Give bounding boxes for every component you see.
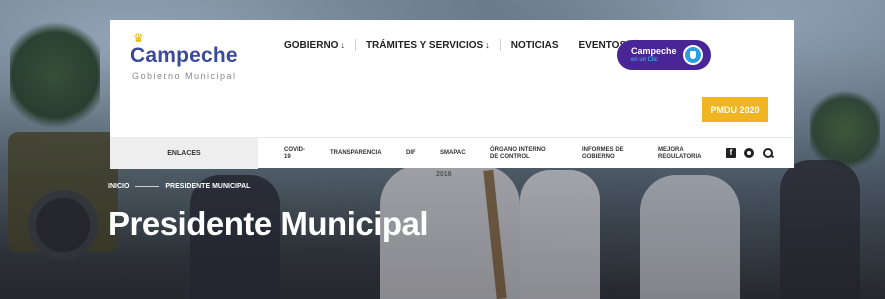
link-covid-19[interactable]: COVID- 19 bbox=[284, 147, 305, 161]
dropdown-arrow-icon: ↓ bbox=[485, 39, 490, 50]
link-informes-gobierno[interactable]: INFORMES DE GOBIERNO bbox=[582, 147, 624, 161]
link-transparencia[interactable]: TRANSPARENCIA bbox=[330, 150, 382, 157]
nav-gobierno[interactable]: GOBIERNO ↓ bbox=[284, 40, 355, 51]
click-hand-icon bbox=[683, 45, 703, 65]
dropdown-arrow-icon: ↓ bbox=[340, 39, 345, 50]
link-smapac[interactable]: SMAPAC bbox=[440, 150, 466, 157]
facebook-icon[interactable]: f bbox=[726, 148, 736, 158]
logo-subtitle: Gobierno Municipal bbox=[132, 71, 237, 81]
badge-main-label: Campeche bbox=[631, 46, 677, 56]
breadcrumb-current: PRESIDENTE MUNICIPAL bbox=[165, 183, 251, 190]
instagram-icon[interactable] bbox=[744, 148, 754, 158]
link-mejora-regulatoria[interactable]: MEJORA REGULATORIA bbox=[658, 147, 701, 161]
search-icon[interactable] bbox=[762, 147, 774, 159]
breadcrumb: INICIO PRESIDENTE MUNICIPAL bbox=[108, 183, 250, 190]
pmdu-2020-button[interactable]: PMDU 2020 bbox=[702, 97, 768, 122]
logo-title: Campeche bbox=[130, 44, 238, 67]
enlaces-label: ENLACES bbox=[110, 138, 258, 169]
page-title: Presidente Municipal bbox=[108, 205, 429, 242]
crown-icon: ♛ bbox=[133, 31, 144, 45]
link-organo-interno-control[interactable]: ÓRGANO INTERNO DE CONTROL bbox=[490, 147, 546, 161]
main-navigation: GOBIERNO ↓ TRÁMITES Y SERVICIOS ↓ NOTICIAS… bbox=[284, 38, 638, 52]
breadcrumb-home[interactable]: INICIO bbox=[108, 183, 129, 190]
secondary-navigation: ENLACES COVID- 19 TRANSPARENCIA DIF SMAP… bbox=[110, 137, 794, 169]
site-header: ♛ Campeche Gobierno Municipal GOBIERNO ↓ … bbox=[110, 20, 794, 169]
link-dif[interactable]: DIF bbox=[406, 150, 416, 157]
nav-noticias[interactable]: NOTICIAS bbox=[501, 40, 569, 51]
campeche-logo[interactable]: ♛ Campeche Gobierno Municipal bbox=[130, 32, 250, 82]
campeche-en-un-clic-button[interactable]: Campeche en un Clic bbox=[617, 40, 711, 70]
nav-tramites-servicios[interactable]: TRÁMITES Y SERVICIOS ↓ bbox=[356, 40, 500, 51]
breadcrumb-separator bbox=[135, 186, 160, 187]
shirt-year-text: 2018 bbox=[436, 171, 452, 178]
badge-sub-label: en un Clic bbox=[631, 57, 658, 63]
